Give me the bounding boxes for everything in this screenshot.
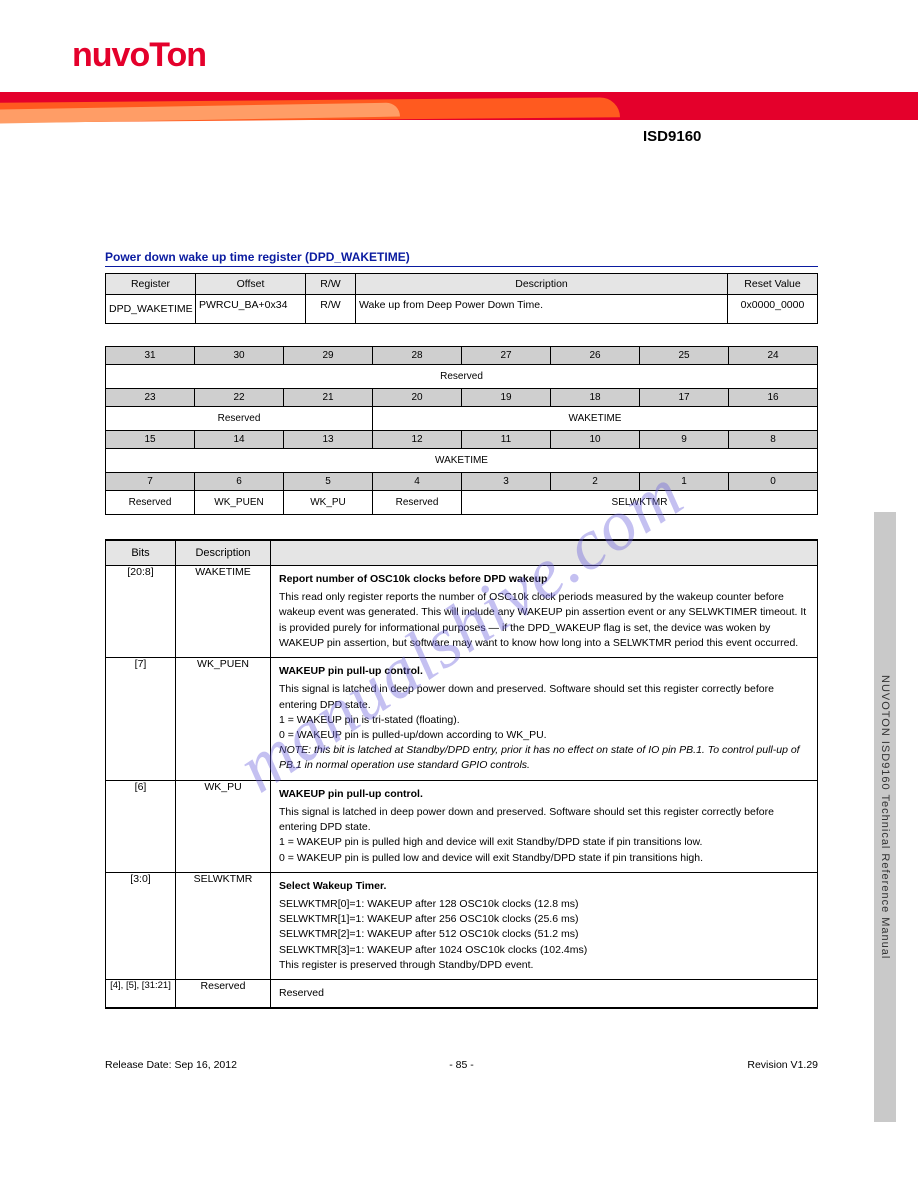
- cell-field: WK_PUEN: [176, 658, 271, 781]
- bit-field: WAKETIME: [373, 407, 818, 431]
- cell-description: Reserved: [271, 980, 818, 1009]
- bit-field: SELWKTMR: [462, 491, 818, 515]
- bit-num: 2: [551, 473, 640, 491]
- bit-num: 0: [729, 473, 818, 491]
- cell-bits: [20:8]: [106, 566, 176, 658]
- bit-field: Reserved: [106, 365, 818, 389]
- section-heading: Power down wake up time register (DPD_WA…: [105, 250, 818, 267]
- side-label: NUVOTON ISD9160 Technical Reference Manu…: [874, 512, 896, 1122]
- bit-num: 25: [640, 347, 729, 365]
- cell-desc: Wake up from Deep Power Down Time.: [356, 295, 728, 324]
- cell-bits: [7]: [106, 658, 176, 781]
- bit-num: 1: [640, 473, 729, 491]
- header-banner: nuvoTon: [0, 0, 918, 110]
- bit-num: 15: [106, 431, 195, 449]
- cell-bits: [4], [5], [31:21]: [106, 980, 176, 1009]
- bit-num: 28: [373, 347, 462, 365]
- bit-field: Reserved: [106, 407, 373, 431]
- th-description: Description: [176, 540, 271, 566]
- bit-num: 20: [373, 389, 462, 407]
- bit-field: Reserved: [106, 491, 195, 515]
- field-description-table: Bits Description [20:8] WAKETIME Report …: [105, 539, 818, 1009]
- cell-field: Reserved: [176, 980, 271, 1009]
- bit-num: 6: [195, 473, 284, 491]
- bit-num: 17: [640, 389, 729, 407]
- page-footer: Release Date: Sep 16, 2012 - 85 - Revisi…: [105, 1059, 818, 1089]
- bit-num: 3: [462, 473, 551, 491]
- bit-field: WAKETIME: [106, 449, 818, 473]
- bit-num: 24: [729, 347, 818, 365]
- table-row: [4], [5], [31:21] Reserved Reserved: [106, 980, 818, 1009]
- table-row: [3:0] SELWKTMR Select Wakeup Timer. SELW…: [106, 872, 818, 979]
- bit-num: 21: [284, 389, 373, 407]
- bit-num: 18: [551, 389, 640, 407]
- cell-field: WAKETIME: [176, 566, 271, 658]
- cell-description: Select Wakeup Timer. SELWKTMR[0]=1: WAKE…: [271, 872, 818, 979]
- bit-num: 27: [462, 347, 551, 365]
- th-offset: Offset: [196, 274, 306, 295]
- cell-bits: [3:0]: [106, 872, 176, 979]
- bit-num: 31: [106, 347, 195, 365]
- cell-register: DPD_WAKETIME: [106, 295, 196, 324]
- table-row: [7] WK_PUEN WAKEUP pin pull-up control. …: [106, 658, 818, 781]
- bit-num: 13: [284, 431, 373, 449]
- th-bits: Bits: [106, 540, 176, 566]
- cell-description: WAKEUP pin pull-up control. This signal …: [271, 658, 818, 781]
- bit-num: 8: [729, 431, 818, 449]
- bit-num: 12: [373, 431, 462, 449]
- register-summary-table: Register Offset R/W Description Reset Va…: [105, 273, 818, 324]
- bitfield-table: 31 30 29 28 27 26 25 24 Reserved 23 22 2…: [105, 346, 818, 515]
- footer-date: Release Date: Sep 16, 2012: [105, 1059, 237, 1071]
- footer-pagenum: - 85 -: [449, 1059, 474, 1071]
- cell-bits: [6]: [106, 780, 176, 872]
- bit-field: WK_PUEN: [195, 491, 284, 515]
- bit-num: 22: [195, 389, 284, 407]
- bit-num: 11: [462, 431, 551, 449]
- bit-num: 14: [195, 431, 284, 449]
- th-desc: Description: [356, 274, 728, 295]
- bit-num: 5: [284, 473, 373, 491]
- table-row: DPD_WAKETIME PWRCU_BA+0x34 R/W Wake up f…: [106, 295, 818, 324]
- th-register: Register: [106, 274, 196, 295]
- cell-offset: PWRCU_BA+0x34: [196, 295, 306, 324]
- footer-revision: Revision V1.29: [747, 1059, 818, 1071]
- bit-num: 19: [462, 389, 551, 407]
- cell-description: WAKEUP pin pull-up control. This signal …: [271, 780, 818, 872]
- bit-num: 30: [195, 347, 284, 365]
- th-reset: Reset Value: [728, 274, 818, 295]
- bit-num: 26: [551, 347, 640, 365]
- bit-num: 10: [551, 431, 640, 449]
- table-row: [6] WK_PU WAKEUP pin pull-up control. Th…: [106, 780, 818, 872]
- th-rw: R/W: [306, 274, 356, 295]
- cell-field: WK_PU: [176, 780, 271, 872]
- brand-logo: nuvoTon: [72, 36, 206, 75]
- cell-field: SELWKTMR: [176, 872, 271, 979]
- cell-rw: R/W: [306, 295, 356, 324]
- cell-reset: 0x0000_0000: [728, 295, 818, 324]
- bit-num: 29: [284, 347, 373, 365]
- bit-field: WK_PU: [284, 491, 373, 515]
- th-blank: [271, 540, 818, 566]
- bit-num: 9: [640, 431, 729, 449]
- cell-description: Report number of OSC10k clocks before DP…: [271, 566, 818, 658]
- bit-num: 4: [373, 473, 462, 491]
- document-model: ISD9160: [643, 128, 701, 145]
- table-row: [20:8] WAKETIME Report number of OSC10k …: [106, 566, 818, 658]
- bit-num: 16: [729, 389, 818, 407]
- bit-num: 23: [106, 389, 195, 407]
- bit-num: 7: [106, 473, 195, 491]
- bit-field: Reserved: [373, 491, 462, 515]
